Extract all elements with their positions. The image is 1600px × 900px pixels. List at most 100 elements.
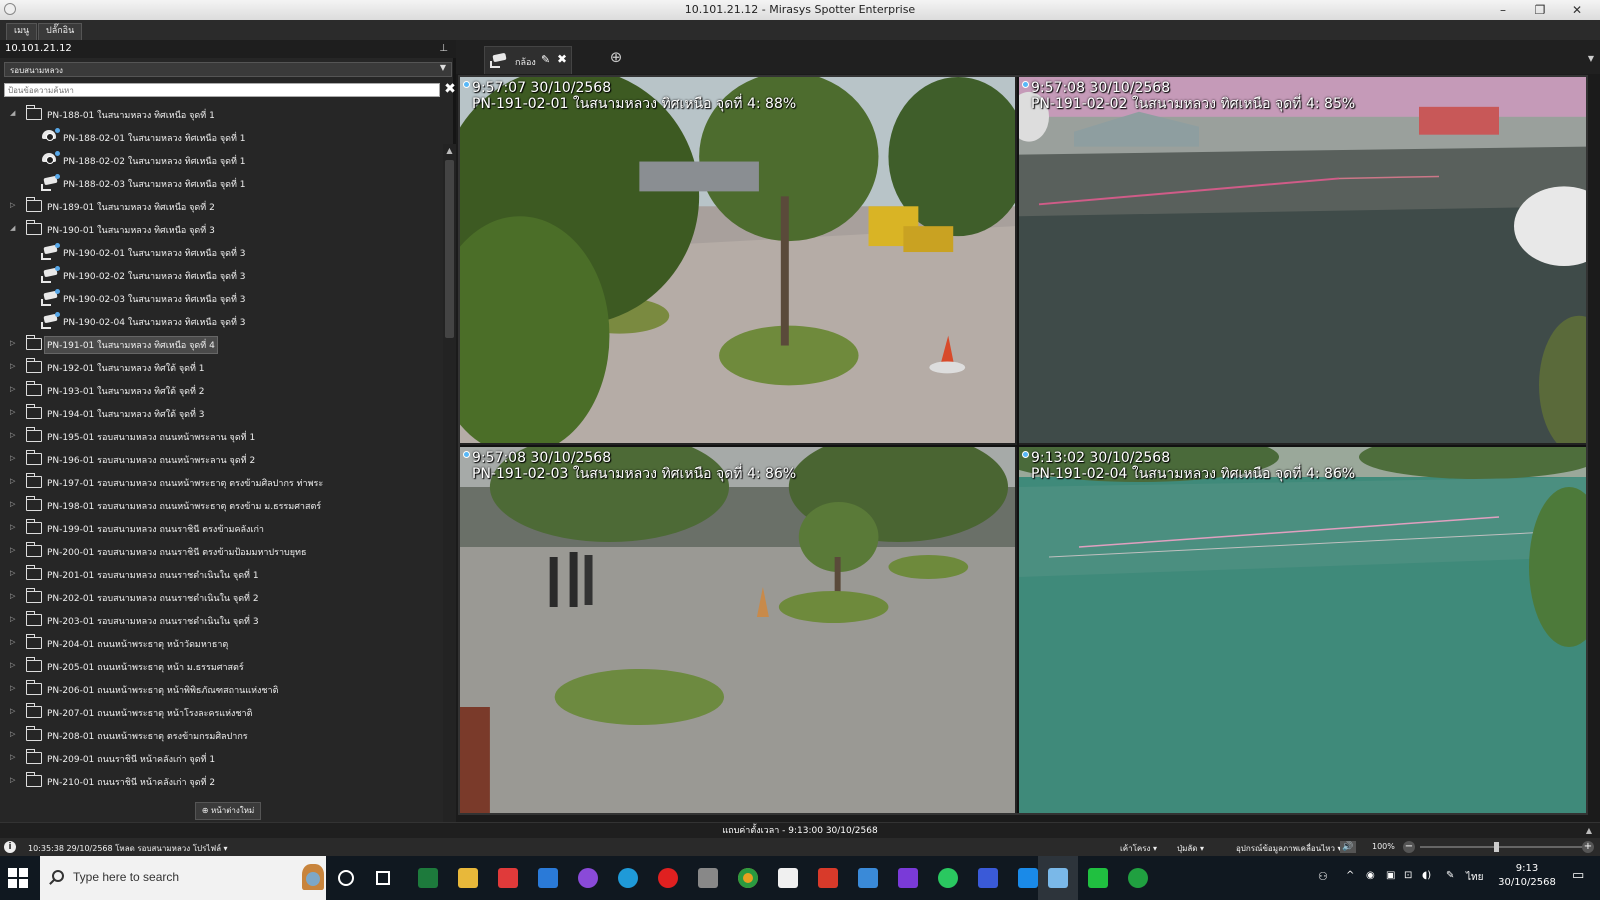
expand-arrow-icon[interactable]: ▷ [10, 730, 18, 738]
menu-tab-menu[interactable]: เมนู [6, 23, 38, 40]
expand-arrow-icon[interactable]: ▷ [10, 707, 18, 715]
line-chat-icon[interactable] [1128, 868, 1148, 888]
tree-group-row[interactable]: ▷ PN-198-01 รอบสนามหลวง ถนนหน้าพระธาตุ ตร… [0, 494, 440, 516]
tray-chevron-up-icon[interactable]: ^ [1346, 870, 1354, 881]
status-message[interactable]: 10:35:38 29/10/2568 โหลด รอบสนามหลวง โปร… [28, 842, 228, 855]
tree-group-row[interactable]: ▷ PN-191-01 ในสนามหลวง ทิศเหนือ จุดที่ 4 [0, 333, 440, 355]
expand-arrow-icon[interactable]: ▷ [10, 776, 18, 784]
pen-app-icon[interactable] [578, 868, 598, 888]
tree-group-row[interactable]: ▷ PN-201-01 รอบสนามหลวง ถนนราชดำเนินใน จุ… [0, 563, 440, 585]
taskbar-search[interactable]: Type here to search [40, 856, 326, 900]
windows-start-icon[interactable] [8, 868, 28, 888]
network-app-icon[interactable] [1018, 868, 1038, 888]
tree-group-row[interactable]: ▷ PN-199-01 รอบสนามหลวง ถนนราชินี ตรงข้าม… [0, 517, 440, 539]
tray-app-icon[interactable]: ◉ [1366, 870, 1375, 881]
chrome-icon[interactable] [738, 868, 758, 888]
expand-arrow-icon[interactable]: ▷ [10, 661, 18, 669]
search-input[interactable] [4, 83, 440, 97]
language-indicator[interactable]: ไทย [1466, 870, 1483, 885]
tree-group-row[interactable]: ▷ PN-195-01 รอบสนามหลวง ถนนหน้าพระลาน จุด… [0, 425, 440, 447]
scroll-up-icon[interactable]: ▲ [443, 144, 456, 157]
pen-icon[interactable]: ✎ [1446, 870, 1454, 881]
anydesk-icon[interactable] [498, 868, 518, 888]
mirasys-spotter-icon[interactable] [1048, 868, 1068, 888]
menu-tab-plugins[interactable]: ปลั๊กอิน [38, 23, 83, 40]
expand-arrow-icon[interactable]: ▷ [10, 431, 18, 439]
close-tab-icon[interactable]: ✖ [557, 52, 567, 66]
line-icon[interactable] [1088, 868, 1108, 888]
expand-arrow-icon[interactable]: ▷ [10, 592, 18, 600]
tree-group-row[interactable]: ▷ PN-208-01 ถนนหน้าพระธาตุ ตรงข้ามกรมศิลป… [0, 724, 440, 746]
tree-group-row[interactable]: ▷ PN-206-01 ถนนหน้าพระธาตุ หน้าพิพิธภัณฑส… [0, 678, 440, 700]
tree-group-row[interactable]: ▷ PN-203-01 รอบสนามหลวง ถนนราชดำเนินใน จุ… [0, 609, 440, 631]
camera-tile-4[interactable]: 9:13:02 30/10/2568 PN-191-02-04 ในสนามหล… [1019, 447, 1586, 813]
scrollbar-thumb[interactable] [445, 160, 454, 338]
expand-arrow-icon[interactable]: ▷ [10, 362, 18, 370]
store-icon[interactable] [778, 868, 798, 888]
camera-tile-1[interactable]: 9:57:07 30/10/2568 PN-191-02-01 ในสนามหล… [460, 77, 1017, 445]
tree-group-row[interactable]: ▷ PN-209-01 ถนนราชินี หน้าคลังเก่า จุดที่… [0, 747, 440, 769]
tree-camera-row[interactable]: PN-188-02-01 ในสนามหลวง ทิศเหนือ จุดที่ … [0, 126, 440, 148]
expand-arrow-icon[interactable]: ▷ [10, 500, 18, 508]
edit-icon[interactable]: ✎ [541, 53, 550, 66]
viber-icon[interactable] [898, 868, 918, 888]
mail-icon[interactable] [538, 868, 558, 888]
tab-camera-view[interactable]: กล้อง ✎ ✖ [484, 46, 572, 74]
add-tab-icon[interactable]: ⊕ [608, 49, 624, 65]
camera-tile-2[interactable]: 9:57:08 30/10/2568 PN-191-02-02 ในสนามหล… [1019, 77, 1586, 445]
camera-tile-3[interactable]: 9:57:08 30/10/2568 PN-191-02-03 ในสนามหล… [460, 447, 1017, 813]
office-icon[interactable] [818, 868, 838, 888]
taskbar-clock[interactable]: 9:13 30/10/2568 [1484, 862, 1570, 890]
expand-arrow-icon[interactable]: ▷ [10, 569, 18, 577]
layout-menu[interactable]: เค้าโครง ▾ [1120, 842, 1157, 855]
tree-group-row[interactable]: ▷ PN-200-01 รอบสนามหลวง ถนนราชินี ตรงข้าม… [0, 540, 440, 562]
tree-group-row[interactable]: ▷ PN-197-01 รอบสนามหลวง ถนนหน้าพระธาตุ ตร… [0, 471, 440, 493]
people-icon[interactable]: ⚇ [1318, 870, 1328, 883]
tree-group-row[interactable]: ▷ PN-205-01 ถนนหน้าพระธาตุ หน้า ม.ธรรมศาส… [0, 655, 440, 677]
zoom-in-icon[interactable]: + [1582, 841, 1594, 853]
tree-group-row[interactable]: ▷ PN-210-01 ถนนราชินี หน้าคลังเก่า จุดที่… [0, 770, 440, 792]
tree-camera-row[interactable]: PN-190-02-02 ในสนามหลวง ทิศเหนือ จุดที่ … [0, 264, 440, 286]
clear-search-icon[interactable]: ✖ [443, 82, 457, 97]
tree-group-row[interactable]: ▷ PN-192-01 ในสนามหลวง ทิศใต้ จุดที่ 1 [0, 356, 440, 378]
collapse-arrow-icon[interactable]: ◢ [10, 109, 18, 117]
tree-camera-row[interactable]: PN-188-02-02 ในสนามหลวง ทิศเหนือ จุดที่ … [0, 149, 440, 171]
tree-group-row[interactable]: ▷ PN-196-01 รอบสนามหลวง ถนนหน้าพระลาน จุด… [0, 448, 440, 470]
volume-icon[interactable]: ◖) [1422, 870, 1431, 881]
tree-camera-row[interactable]: PN-188-02-03 ในสนามหลวง ทิศเหนือ จุดที่ … [0, 172, 440, 194]
expand-arrow-icon[interactable]: ▷ [10, 753, 18, 761]
new-window-button[interactable]: ⊕ หน้าต่างใหม่ [195, 802, 261, 820]
excel-icon[interactable] [418, 868, 438, 888]
info-icon[interactable]: i [4, 841, 16, 853]
whatsapp-icon[interactable] [938, 868, 958, 888]
tree-group-row[interactable]: ▷ PN-207-01 ถนนหน้าพระธาตุ หน้าโรงละครแห่… [0, 701, 440, 723]
file-explorer-icon[interactable] [458, 868, 478, 888]
expand-arrow-icon[interactable]: ▷ [10, 546, 18, 554]
expand-arrow-icon[interactable]: ▷ [10, 684, 18, 692]
tree-camera-row[interactable]: PN-190-02-01 ในสนามหลวง ทิศเหนือ จุดที่ … [0, 241, 440, 263]
camera-app-icon[interactable] [698, 868, 718, 888]
tree-camera-row[interactable]: PN-190-02-03 ในสนามหลวง ทิศเหนือ จุดที่ … [0, 287, 440, 309]
collapse-arrow-icon[interactable]: ◢ [10, 224, 18, 232]
timeline-bar[interactable]: แถบค่าตั้งเวลา - 9:13:00 30/10/2568 ▲ [0, 822, 1600, 838]
zoom-slider-track[interactable] [1420, 846, 1586, 848]
tree-group-row[interactable]: ▷ PN-193-01 ในสนามหลวง ทิศใต้ จุดที่ 2 [0, 379, 440, 401]
tree-group-row[interactable]: ◢ PN-188-01 ในสนามหลวง ทิศเหนือ จุดที่ 1 [0, 103, 440, 125]
tree-scrollbar[interactable]: ▲ ▼ [443, 144, 456, 832]
vpn-icon[interactable] [858, 868, 878, 888]
video-device-menu[interactable]: อุปกรณ์ข้อมูลภาพเคลื่อนไหว ▾ [1236, 842, 1342, 855]
expand-arrow-icon[interactable]: ▷ [10, 201, 18, 209]
tree-group-row[interactable]: ▷ PN-202-01 รอบสนามหลวง ถนนราชดำเนินใน จุ… [0, 586, 440, 608]
collapse-icon[interactable]: ▲ [1586, 823, 1592, 839]
shortcut-menu[interactable]: ปุ่มลัด ▾ [1177, 842, 1204, 855]
edge-icon[interactable] [618, 868, 638, 888]
tree-camera-row[interactable]: PN-190-02-04 ในสนามหลวง ทิศเหนือ จุดที่ … [0, 310, 440, 332]
tree-group-row[interactable]: ▷ PN-189-01 ในสนามหลวง ทิศเหนือ จุดที่ 2 [0, 195, 440, 217]
tree-group-row[interactable]: ▷ PN-194-01 ในสนามหลวง ทิศใต้ จุดที่ 3 [0, 402, 440, 424]
view-menu-chevron-icon[interactable]: ▼ [1588, 54, 1594, 63]
remote-desktop-icon[interactable] [978, 868, 998, 888]
group-dropdown[interactable]: รอบสนามหลวง ▼ [4, 62, 452, 77]
cortana-icon[interactable] [338, 870, 354, 886]
pin-icon[interactable]: ⊥ [439, 43, 448, 54]
expand-arrow-icon[interactable]: ▷ [10, 385, 18, 393]
